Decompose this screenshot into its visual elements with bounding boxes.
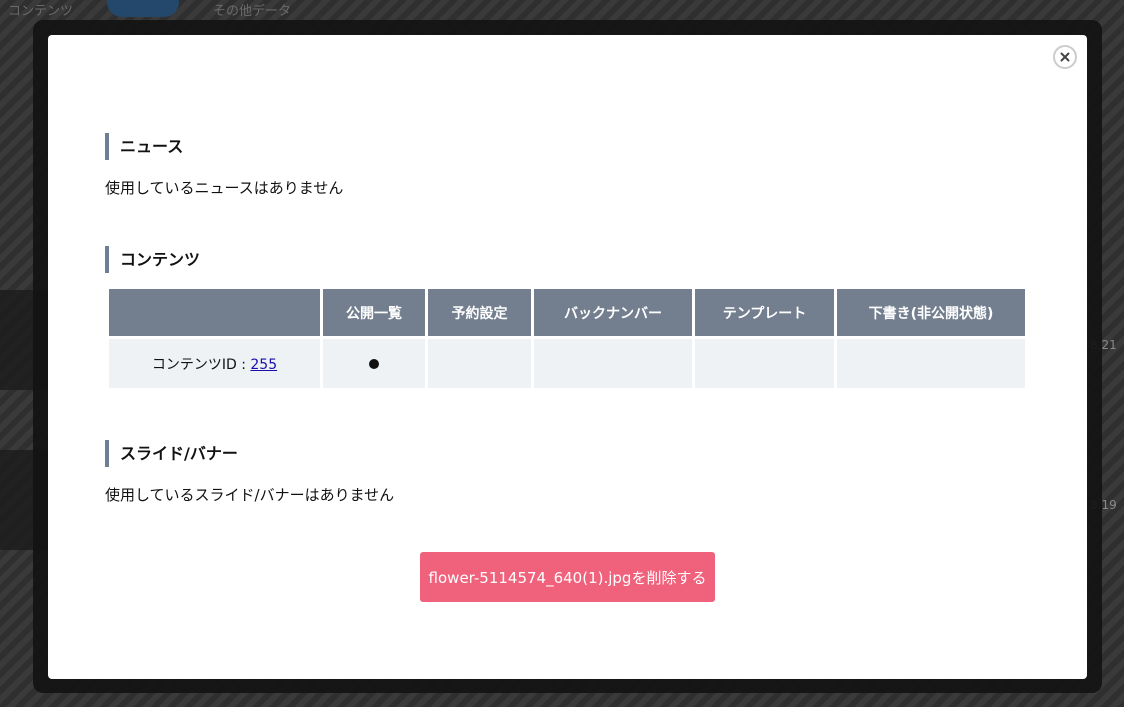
content-id-cell: コンテンツID : 255	[109, 339, 320, 388]
contents-usage-table: 公開一覧 予約設定 バックナンバー テンプレート 下書き(非公開状態) コンテン…	[106, 286, 1028, 391]
template-cell	[695, 339, 834, 388]
content-id-link[interactable]: 255	[250, 357, 277, 373]
news-empty-message: 使用しているニュースはありません	[105, 179, 344, 197]
table-header-cell	[109, 289, 320, 336]
delete-file-button[interactable]: flower-5114574_640(1).jpgを削除する	[420, 552, 715, 602]
close-icon	[1060, 52, 1070, 62]
used-dot-icon	[369, 358, 379, 369]
table-header-backnumber: バックナンバー	[534, 289, 692, 336]
backnumber-cell	[534, 339, 692, 388]
slides-section-title: スライド/バナー	[105, 440, 238, 467]
draft-cell	[837, 339, 1025, 388]
table-header-template: テンプレート	[695, 289, 834, 336]
bg-tab-active-pill	[107, 0, 180, 17]
slides-empty-message: 使用しているスライド/バナーはありません	[105, 486, 395, 504]
news-section-title: ニュース	[105, 133, 183, 160]
bg-tab-contents: コンテンツ	[8, 3, 74, 19]
close-button[interactable]	[1053, 45, 1077, 69]
background-tab-bar: コンテンツ その他データ	[0, 0, 1124, 18]
table-header-row: 公開一覧 予約設定 バックナンバー テンプレート 下書き(非公開状態)	[109, 289, 1025, 336]
table-row: コンテンツID : 255	[109, 339, 1025, 388]
content-id-label: コンテンツID :	[151, 356, 251, 373]
bg-tab-other: その他データ	[213, 3, 292, 19]
table-header-public-list: 公開一覧	[323, 289, 425, 336]
contents-section-title: コンテンツ	[105, 246, 200, 273]
reservation-cell	[428, 339, 531, 388]
file-usage-modal: ニュース 使用しているニュースはありません コンテンツ 公開一覧 予約設定 バッ…	[48, 35, 1087, 679]
table-header-draft: 下書き(非公開状態)	[837, 289, 1025, 336]
table-header-reservation: 予約設定	[428, 289, 531, 336]
public-list-cell	[323, 339, 425, 388]
